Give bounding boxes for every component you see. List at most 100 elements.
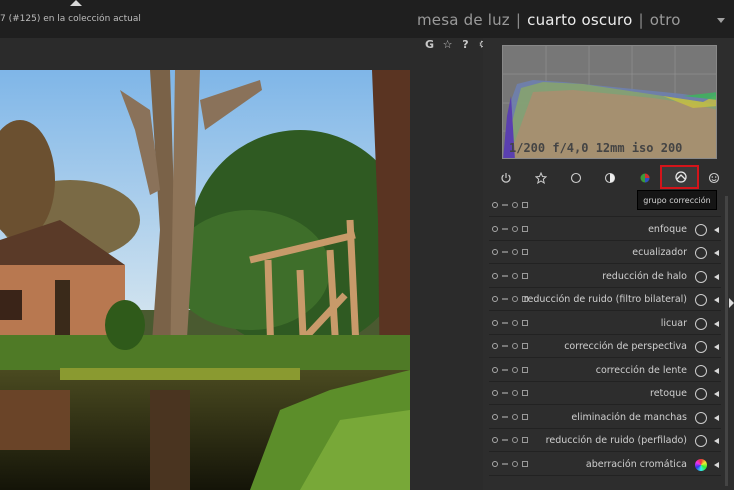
module-controls (492, 343, 528, 349)
collapse-top-panel-icon[interactable] (70, 0, 82, 6)
module-row[interactable]: reducción de halo (489, 267, 721, 288)
presets-icon[interactable] (522, 390, 528, 396)
circle-icon (695, 388, 707, 400)
reset-icon[interactable] (512, 390, 518, 396)
expand-arrow-icon[interactable] (714, 273, 719, 280)
presets-icon[interactable] (522, 366, 528, 373)
chevron-down-icon[interactable] (717, 18, 725, 23)
reset-icon[interactable] (512, 202, 518, 208)
module-controls (492, 225, 528, 232)
color-icon[interactable] (637, 170, 653, 186)
expand-arrow-icon[interactable] (714, 297, 719, 303)
multi-instance-icon[interactable] (502, 298, 508, 300)
presets-icon[interactable] (522, 272, 528, 279)
power-icon[interactable] (492, 343, 498, 349)
histogram[interactable]: 1/200 f/4,0 12mm iso 200 (502, 45, 717, 159)
power-icon[interactable] (492, 460, 498, 467)
presets-icon[interactable] (522, 249, 528, 255)
power-icon[interactable] (492, 437, 498, 443)
expand-arrow-icon[interactable] (714, 414, 719, 421)
image-canvas[interactable] (0, 70, 410, 490)
view-lighttable[interactable]: mesa de luz (417, 11, 510, 29)
power-icon[interactable] (498, 170, 514, 186)
star-icon[interactable] (533, 170, 549, 186)
power-icon[interactable] (492, 296, 498, 302)
multi-instance-icon[interactable] (502, 321, 508, 324)
multi-instance-icon[interactable] (502, 439, 508, 441)
collapse-right-panel-icon[interactable] (729, 298, 734, 308)
presets-icon[interactable] (522, 460, 528, 467)
reset-icon[interactable] (512, 225, 518, 232)
reset-icon[interactable] (512, 460, 518, 467)
expand-arrow-icon[interactable] (714, 438, 719, 444)
reset-icon[interactable] (512, 437, 518, 443)
multi-instance-icon[interactable] (502, 462, 508, 465)
expand-arrow-icon[interactable] (714, 367, 719, 374)
module-controls (492, 319, 528, 326)
half-circle-icon[interactable] (602, 170, 618, 186)
reset-icon[interactable] (512, 296, 518, 302)
presets-icon[interactable] (522, 202, 528, 208)
multi-instance-icon[interactable] (502, 227, 508, 230)
module-row[interactable]: eliminación de manchas (489, 408, 721, 429)
liquify-icon (695, 317, 707, 330)
multi-instance-icon[interactable] (502, 345, 508, 347)
view-darkroom[interactable]: cuarto oscuro (527, 11, 632, 29)
power-icon[interactable] (492, 249, 498, 255)
power-icon[interactable] (492, 225, 498, 232)
effects-icon[interactable] (706, 170, 722, 186)
reset-icon[interactable] (512, 413, 518, 420)
module-row[interactable]: enfoque (489, 220, 721, 241)
global-menu-icon[interactable]: G (424, 38, 435, 52)
expand-arrow-icon[interactable] (714, 226, 719, 233)
module-label: eliminación de manchas (571, 411, 687, 423)
presets-icon[interactable] (522, 319, 528, 326)
multi-instance-icon[interactable] (502, 251, 508, 253)
top-bar: 7 (#125) en la colección actual mesa de … (0, 0, 734, 38)
star-icon[interactable]: ☆ (442, 38, 453, 52)
help-icon[interactable]: ? (460, 38, 471, 52)
reset-icon[interactable] (512, 319, 518, 326)
reset-icon[interactable] (512, 366, 518, 373)
module-row[interactable]: reducción de ruido (perfilado) (489, 431, 721, 452)
module-row[interactable]: ecualizador (489, 243, 721, 264)
presets-icon[interactable] (522, 343, 528, 349)
module-row[interactable]: licuar (489, 314, 721, 335)
presets-icon[interactable] (522, 413, 528, 420)
circle-icon[interactable] (568, 170, 584, 186)
power-icon[interactable] (492, 272, 498, 279)
correction-group-button[interactable] (660, 165, 699, 189)
power-icon[interactable] (492, 413, 498, 420)
expand-arrow-icon[interactable] (714, 320, 719, 327)
reset-icon[interactable] (512, 272, 518, 279)
lens-icon (695, 364, 707, 377)
expand-arrow-icon[interactable] (714, 344, 719, 350)
module-row[interactable]: corrección de lente (489, 361, 721, 382)
multi-instance-icon[interactable] (502, 274, 508, 277)
sharpen-icon (695, 223, 707, 236)
multi-instance-icon[interactable] (502, 368, 508, 371)
module-row[interactable]: corrección de perspectiva (489, 337, 721, 358)
expand-arrow-icon[interactable] (714, 391, 719, 397)
expand-arrow-icon[interactable] (714, 461, 719, 468)
view-other[interactable]: otro (650, 11, 681, 29)
module-row[interactable]: reducción de ruido (filtro bilateral) (489, 290, 721, 311)
presets-icon[interactable] (522, 225, 528, 232)
module-controls (492, 460, 528, 467)
expand-arrow-icon[interactable] (714, 250, 719, 256)
power-icon[interactable] (492, 390, 498, 396)
scrollbar[interactable] (725, 196, 728, 486)
power-icon[interactable] (492, 319, 498, 326)
module-row[interactable] (489, 196, 721, 217)
multi-instance-icon[interactable] (502, 415, 508, 418)
module-row[interactable]: aberración cromática (489, 455, 721, 476)
multi-instance-icon[interactable] (502, 392, 508, 394)
presets-icon[interactable] (522, 437, 528, 443)
multi-instance-icon[interactable] (502, 204, 508, 206)
module-label: reducción de ruido (filtro bilateral) (523, 294, 687, 305)
power-icon[interactable] (492, 366, 498, 373)
power-icon[interactable] (492, 202, 498, 208)
reset-icon[interactable] (512, 249, 518, 255)
reset-icon[interactable] (512, 343, 518, 349)
module-row[interactable]: retoque (489, 384, 721, 405)
